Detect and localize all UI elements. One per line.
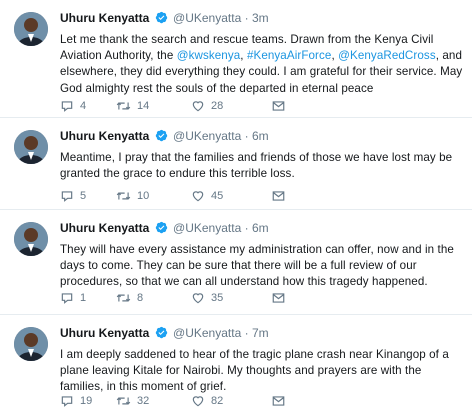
retweet-icon — [116, 102, 131, 110]
verified-badge-icon — [155, 11, 168, 28]
tweet-actions: 1 8 35 — [60, 290, 286, 306]
tweet-actions: 4 14 28 — [60, 98, 286, 114]
direct-message-button[interactable] — [271, 291, 286, 305]
verified-badge-icon — [155, 326, 168, 343]
avatar[interactable] — [14, 327, 48, 361]
envelope-icon — [272, 191, 285, 201]
heart-icon — [192, 293, 204, 304]
retweet-count: 8 — [137, 292, 144, 304]
mention-link[interactable]: @kwskenya — [177, 49, 241, 62]
retweet-button[interactable]: 10 — [116, 189, 191, 203]
reply-button[interactable]: 19 — [60, 394, 116, 408]
tweet-actions: 19 32 82 — [60, 393, 286, 409]
separator-dot: · — [244, 129, 249, 143]
retweet-icon — [116, 397, 131, 405]
reply-icon — [61, 101, 73, 112]
tweet[interactable]: Uhuru Kenyatta @UKenyatta · 7m I am deep… — [0, 315, 472, 418]
separator-dot: · — [244, 326, 249, 340]
tweet-text: Meantime, I pray that the families and f… — [60, 150, 464, 182]
retweet-icon — [116, 192, 131, 200]
tweet-text: They will have every assistance my admin… — [60, 242, 464, 291]
text-segment: Meantime, I pray that the families and f… — [60, 151, 453, 181]
text-segment: , — [240, 49, 247, 63]
mention-link[interactable]: @KenyaRedCross — [338, 49, 436, 62]
retweet-icon — [116, 294, 131, 302]
text-segment: I am deeply saddened to hear of the trag… — [60, 348, 449, 394]
heart-icon — [192, 191, 204, 202]
reply-count: 19 — [80, 395, 93, 407]
reply-icon — [61, 396, 73, 407]
timestamp[interactable]: 3m — [252, 11, 269, 25]
like-count: 35 — [211, 292, 224, 304]
envelope-icon — [272, 396, 285, 406]
reply-count: 5 — [80, 190, 87, 202]
retweet-count: 32 — [137, 395, 150, 407]
text-segment: They will have every assistance my admin… — [60, 243, 454, 289]
avatar[interactable] — [14, 12, 48, 46]
tweet[interactable]: Uhuru Kenyatta @UKenyatta · 6m They will… — [0, 210, 472, 315]
timestamp[interactable]: 6m — [252, 221, 269, 235]
display-name[interactable]: Uhuru Kenyatta — [60, 129, 149, 143]
like-count: 28 — [211, 100, 224, 112]
tweet-header: Uhuru Kenyatta @UKenyatta · 7m — [60, 325, 464, 343]
user-handle[interactable]: @UKenyatta — [173, 221, 241, 235]
verified-badge-icon — [155, 221, 168, 238]
retweet-count: 14 — [137, 100, 150, 112]
verified-badge-icon — [155, 129, 168, 146]
tweet-body: Uhuru Kenyatta @UKenyatta · 6m Meantime,… — [60, 128, 464, 182]
tweet[interactable]: Uhuru Kenyatta @UKenyatta · 6m Meantime,… — [0, 118, 472, 210]
envelope-icon — [272, 293, 285, 303]
like-button[interactable]: 82 — [191, 394, 271, 408]
reply-button[interactable]: 4 — [60, 99, 116, 113]
separator-dot: · — [244, 221, 249, 235]
tweet-body: Uhuru Kenyatta @UKenyatta · 3m Let me th… — [60, 10, 464, 97]
display-name[interactable]: Uhuru Kenyatta — [60, 221, 149, 235]
tweet-body: Uhuru Kenyatta @UKenyatta · 6m They will… — [60, 220, 464, 291]
envelope-icon — [272, 101, 285, 111]
direct-message-button[interactable] — [271, 99, 286, 113]
reply-icon — [61, 293, 73, 304]
like-button[interactable]: 28 — [191, 99, 271, 113]
tweet-feed: Uhuru Kenyatta @UKenyatta · 3m Let me th… — [0, 0, 472, 418]
avatar[interactable] — [14, 222, 48, 256]
reply-count: 4 — [80, 100, 87, 112]
tweet-text: I am deeply saddened to hear of the trag… — [60, 347, 464, 396]
like-count: 45 — [211, 190, 224, 202]
avatar[interactable] — [14, 130, 48, 164]
user-handle[interactable]: @UKenyatta — [173, 129, 241, 143]
heart-icon — [192, 396, 204, 407]
timestamp[interactable]: 7m — [252, 326, 269, 340]
like-button[interactable]: 35 — [191, 291, 271, 305]
direct-message-button[interactable] — [271, 189, 286, 203]
tweet-header: Uhuru Kenyatta @UKenyatta · 6m — [60, 128, 464, 146]
tweet-actions: 5 10 45 — [60, 188, 286, 204]
retweet-button[interactable]: 8 — [116, 291, 191, 305]
hashtag-link[interactable]: #KenyaAirForce — [247, 49, 332, 62]
tweet-body: Uhuru Kenyatta @UKenyatta · 7m I am deep… — [60, 325, 464, 396]
reply-button[interactable]: 1 — [60, 291, 116, 305]
separator-dot: · — [244, 11, 249, 25]
like-button[interactable]: 45 — [191, 189, 271, 203]
reply-icon — [61, 191, 73, 202]
heart-icon — [192, 101, 204, 112]
user-handle[interactable]: @UKenyatta — [173, 326, 241, 340]
retweet-button[interactable]: 14 — [116, 99, 191, 113]
reply-button[interactable]: 5 — [60, 189, 116, 203]
display-name[interactable]: Uhuru Kenyatta — [60, 326, 149, 340]
tweet-header: Uhuru Kenyatta @UKenyatta · 3m — [60, 10, 464, 28]
direct-message-button[interactable] — [271, 394, 286, 408]
like-count: 82 — [211, 395, 224, 407]
user-handle[interactable]: @UKenyatta — [173, 11, 241, 25]
display-name[interactable]: Uhuru Kenyatta — [60, 11, 149, 25]
retweet-button[interactable]: 32 — [116, 394, 191, 408]
tweet-text: Let me thank the search and rescue teams… — [60, 32, 464, 97]
timestamp[interactable]: 6m — [252, 129, 269, 143]
reply-count: 1 — [80, 292, 87, 304]
tweet-header: Uhuru Kenyatta @UKenyatta · 6m — [60, 220, 464, 238]
tweet[interactable]: Uhuru Kenyatta @UKenyatta · 3m Let me th… — [0, 0, 472, 118]
retweet-count: 10 — [137, 190, 150, 202]
